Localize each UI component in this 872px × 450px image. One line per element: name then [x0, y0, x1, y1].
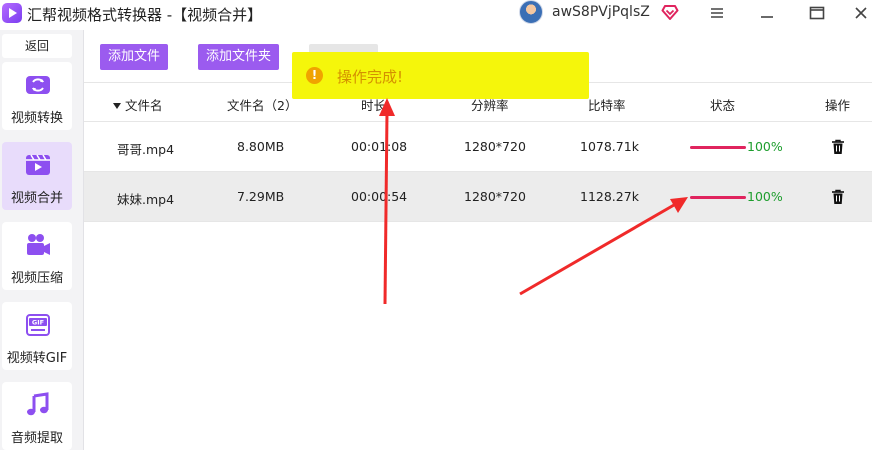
- sidebar-item-video-convert[interactable]: 视频转换: [2, 62, 72, 130]
- sidebar-item-video-to-gif[interactable]: GIF 视频转GIF: [2, 302, 72, 370]
- title-bar: 汇帮视频格式转换器 -【视频合并】 awS8PVjPqlsZ: [0, 0, 872, 30]
- vip-heart-icon[interactable]: [661, 4, 679, 20]
- file-resolution: 1280*720: [464, 139, 526, 154]
- file-size: 7.29MB: [237, 189, 285, 204]
- sidebar-item-label: 视频合并: [10, 191, 63, 206]
- column-header-status: 状态: [710, 98, 736, 113]
- back-button[interactable]: 返回: [2, 34, 72, 58]
- app-logo: [2, 3, 22, 23]
- menu-icon[interactable]: [704, 2, 730, 24]
- user-name[interactable]: awS8PVjPqlsZ: [552, 4, 650, 20]
- file-size: 8.80MB: [237, 139, 285, 154]
- trash-icon[interactable]: [831, 139, 845, 155]
- progress-bar: [690, 196, 746, 199]
- add-folder-button[interactable]: 添加文件夹: [198, 44, 279, 70]
- file-duration: 00:00:54: [351, 189, 408, 204]
- sidebar-item-label: 视频转换: [10, 111, 63, 126]
- file-name: 哥哥.mp4: [117, 142, 175, 157]
- gif-icon: GIF: [26, 314, 50, 336]
- svg-text:GIF: GIF: [32, 319, 44, 327]
- close-icon[interactable]: [848, 2, 872, 24]
- music-note-icon: [27, 392, 49, 416]
- progress-percent: 100%: [747, 189, 783, 204]
- column-header-name[interactable]: 文件名: [113, 95, 163, 114]
- table-row[interactable]: 妹妹.mp4 7.29MB 00:00:54 1280*720 1128.27k…: [84, 172, 872, 222]
- warning-icon: !: [306, 67, 323, 84]
- video-compress-icon: [27, 234, 50, 255]
- progress-percent: 100%: [747, 139, 783, 154]
- file-resolution: 1280*720: [464, 189, 526, 204]
- trash-icon[interactable]: [831, 189, 845, 205]
- column-header-bitrate: 比特率: [588, 98, 626, 113]
- video-convert-icon: [26, 76, 50, 94]
- column-header-size: 文件名（2）: [227, 98, 298, 113]
- file-name: 妹妹.mp4: [117, 192, 175, 207]
- table-row[interactable]: 哥哥.mp4 8.80MB 00:01:08 1280*720 1078.71k…: [84, 122, 872, 172]
- sidebar-item-label: 音频提取: [10, 431, 63, 446]
- column-header-action: 操作: [825, 98, 851, 113]
- sidebar-item-audio-extract[interactable]: 音频提取: [2, 382, 72, 450]
- toast-message: 操作完成!: [337, 68, 404, 86]
- video-merge-icon: [26, 154, 50, 175]
- sidebar: 返回 视频转换 视频合并 视频压缩 GIF 视频转GIF 音频提取: [0, 30, 84, 450]
- success-toast: ! 操作完成!: [292, 52, 589, 99]
- file-bitrate: 1128.27k: [580, 189, 639, 204]
- sidebar-item-label: 视频压缩: [10, 271, 63, 286]
- avatar[interactable]: [519, 0, 543, 24]
- minimize-icon[interactable]: [754, 2, 780, 24]
- sort-arrow-icon: [113, 103, 121, 109]
- sidebar-item-label: 视频转GIF: [6, 351, 68, 366]
- file-bitrate: 1078.71k: [580, 139, 639, 154]
- add-file-button[interactable]: 添加文件: [100, 44, 168, 70]
- maximize-icon[interactable]: [804, 2, 830, 24]
- sidebar-item-video-merge[interactable]: 视频合并: [2, 142, 72, 210]
- progress-bar: [690, 146, 746, 149]
- file-duration: 00:01:08: [351, 139, 408, 154]
- sidebar-item-video-compress[interactable]: 视频压缩: [2, 222, 72, 290]
- window-title: 汇帮视频格式转换器 -【视频合并】: [27, 6, 263, 24]
